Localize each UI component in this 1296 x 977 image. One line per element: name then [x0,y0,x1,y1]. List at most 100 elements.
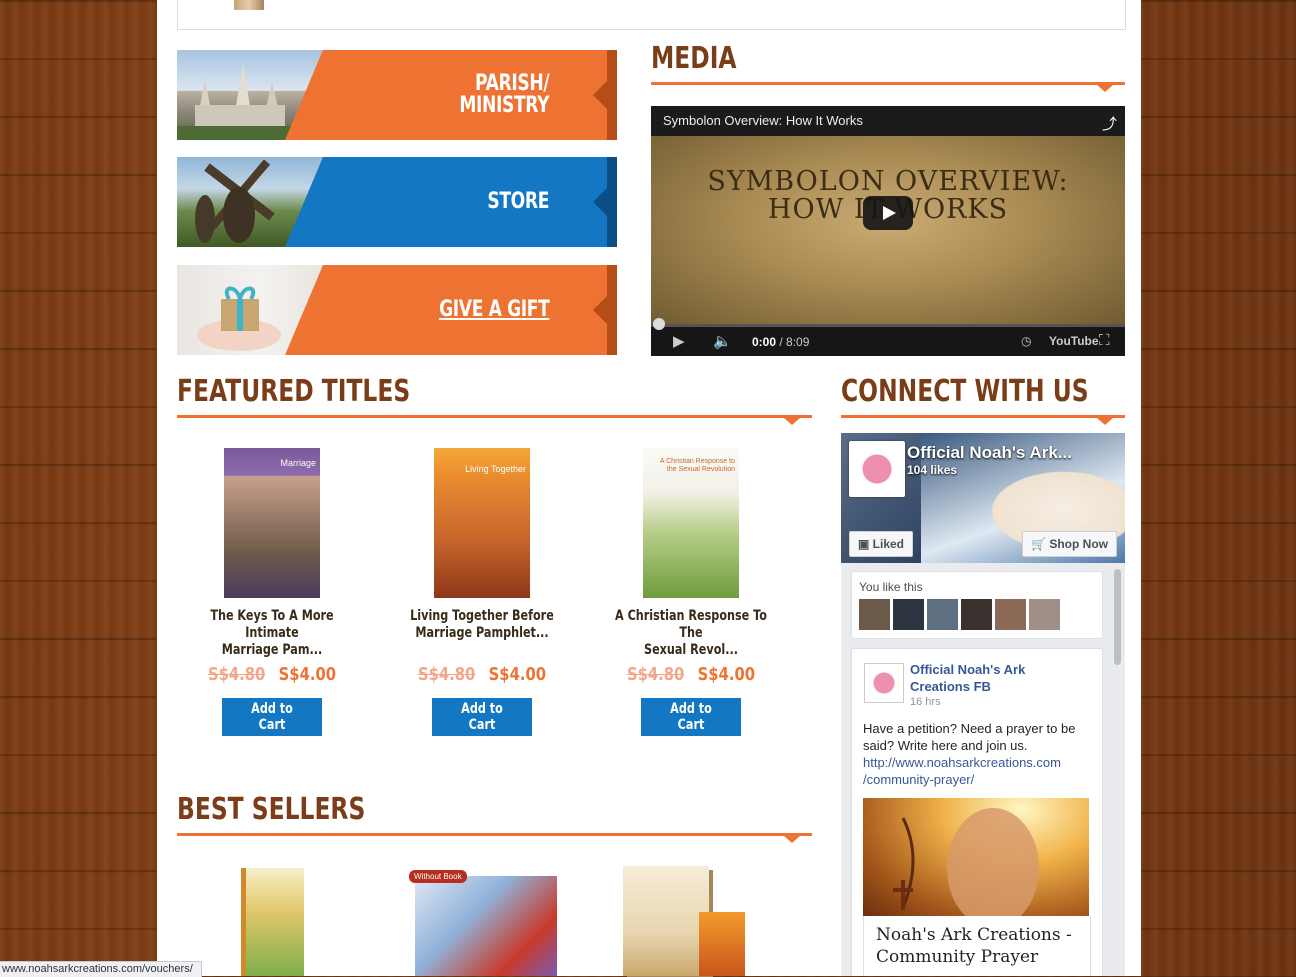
video-frame-line1: SYMBOLON OVERVIEW: [707,166,1069,197]
product-cover[interactable]: A Christian Response to the Sexual Revol… [643,448,739,598]
product-cover-text: Marriage [280,458,316,468]
volume-icon[interactable]: 🔈 [713,332,732,350]
bestseller-cover[interactable] [241,868,304,976]
avatar[interactable] [893,599,924,630]
add-to-cart-button[interactable]: Add to Cart [641,698,741,736]
product-prices: S$4.80 S$4.00 [194,664,350,685]
rule-arrow [784,418,800,425]
video-title[interactable]: Symbolon Overview: How It Works [663,113,863,128]
youtube-logo-icon[interactable]: YouTube [1049,334,1099,348]
fb-post-page-line2: Creations FB [910,679,991,694]
bestseller-cover[interactable]: Without Book [409,870,557,976]
banner-label-line2: MINISTRY [459,93,549,118]
bestseller-badge: Without Book [409,870,467,883]
banner-parish-ministry[interactable]: PARISH/ MINISTRY [177,50,617,140]
media-heading: MEDIA [651,41,737,76]
fb-liked-label: Liked [872,537,905,551]
fb-post-link-line1: http://www.noahsarkcreations.com [863,755,1061,770]
avatar[interactable] [1029,599,1060,630]
media-rule [651,82,1125,92]
fb-post-image[interactable] [863,798,1089,928]
rule-arrow [1097,418,1113,425]
video-scrubber-knob[interactable] [653,318,665,330]
avatar[interactable] [859,599,890,630]
sale-price: S$4.00 [697,664,755,685]
fb-post-link[interactable]: http://www.noahsarkcreations.com /commun… [863,754,1095,788]
share-icon[interactable]: ⤴ [1102,113,1117,134]
banner-notch [593,296,607,324]
featured-rule [177,415,812,425]
old-price: S$4.80 [418,664,476,685]
fb-scrollbar[interactable] [1114,569,1121,665]
video-player[interactable]: Symbolon Overview: How It Works ⤴ SYMBOL… [651,106,1125,356]
fb-likes-count: 104 likes [907,463,958,477]
video-time-total: / 8:09 [779,335,810,349]
top-thumbnail [234,0,264,10]
fullscreen-icon[interactable]: ⛶ [1099,332,1110,349]
product-title-line2: Marriage Pamphlet... [415,625,549,641]
banner-band [285,157,617,247]
product-title-line1: The Keys To A More Intimate [210,608,334,641]
avatar[interactable] [961,599,992,630]
fb-shop-now-button[interactable]: 🛒 Shop Now [1022,531,1117,557]
play-icon[interactable]: ▶ [673,332,685,350]
bestseller-cover[interactable] [699,912,745,976]
product-title[interactable]: Living Together Before Marriage Pamphlet… [398,608,566,642]
add-to-cart-button[interactable]: Add to Cart [222,698,322,736]
banner-give-a-gift[interactable]: GIVE A GIFT [177,265,617,355]
praying-hands-illustration [893,808,1039,928]
fb-friends-card: You like this [851,571,1103,639]
fb-post-caption[interactable]: Noah's Ark Creations - Community Prayer [863,916,1091,976]
product-cover[interactable]: Marriage [224,448,320,598]
fb-post-card: Official Noah's Ark Creations FB 16 hrs … [851,648,1103,976]
banner-label-text: GIVE A GIFT [438,297,550,322]
fb-post-link-line2: /community-prayer/ [863,772,975,787]
banner-label[interactable]: GIVE A GIFT [438,265,550,355]
add-to-cart-label: Add to Cart [251,701,293,733]
fb-liked-button[interactable]: ▣ Liked [849,531,914,557]
top-content-box [177,0,1126,30]
fb-post-page-line1: Official Noah's Ark [910,662,1026,677]
video-time: 0:00 / 8:09 [752,335,809,349]
fb-friend-faces [859,599,1063,635]
fb-post-avatar[interactable] [864,663,904,703]
bestsellers-heading: BEST SELLERS [177,792,366,827]
fb-post-text: Have a petition? Need a prayer to be sai… [863,721,1076,753]
play-button-icon[interactable] [863,196,913,230]
add-to-cart-label: Add to Cart [461,701,503,733]
rule-arrow [784,836,800,843]
add-to-cart-label: Add to Cart [670,701,712,733]
fb-caption-line2: Community Prayer [876,947,1039,967]
product-title-line1: Living Together Before [410,608,554,624]
banner-label[interactable]: STORE [487,157,549,247]
watch-later-icon[interactable]: ◷ [1021,334,1031,348]
product-cover-text: A Christian Response to the Sexual Revol… [659,458,735,473]
cart-icon: 🛒 [1031,537,1050,551]
video-titlebar: Symbolon Overview: How It Works ⤴ [651,106,1125,136]
fb-post-time[interactable]: 16 hrs [910,696,941,708]
fb-like-icon: ▣ [858,537,873,551]
featured-heading: FEATURED TITLES [177,374,411,409]
banner-label[interactable]: PARISH/ MINISTRY [459,50,549,140]
video-frame[interactable] [651,136,1125,326]
fb-page-logo[interactable] [849,441,905,497]
product-title[interactable]: The Keys To A More Intimate Marriage Pam… [188,608,356,659]
avatar[interactable] [927,599,958,630]
bestseller-cover[interactable] [623,866,709,976]
banner-edge [607,50,617,140]
product-cover[interactable]: Living Together [434,448,530,598]
connect-rule [841,415,1125,425]
banner-label-line1: PARISH/ [474,71,550,96]
banner-store[interactable]: STORE [177,157,617,247]
video-progress-bar[interactable] [651,324,1125,327]
video-time-current: 0:00 [752,335,777,349]
add-to-cart-button[interactable]: Add to Cart [432,698,532,736]
banner-edge [607,265,617,355]
product-prices: S$4.80 S$4.00 [613,664,769,685]
avatar[interactable] [995,599,1026,630]
fb-you-like: You like this [859,580,923,594]
fb-page-name[interactable]: Official Noah's Ark... [907,443,1072,463]
fb-post-page-name[interactable]: Official Noah's Ark Creations FB [910,661,1025,695]
product-title[interactable]: A Christian Response To The Sexual Revol… [607,608,775,659]
banner-notch [593,81,607,109]
